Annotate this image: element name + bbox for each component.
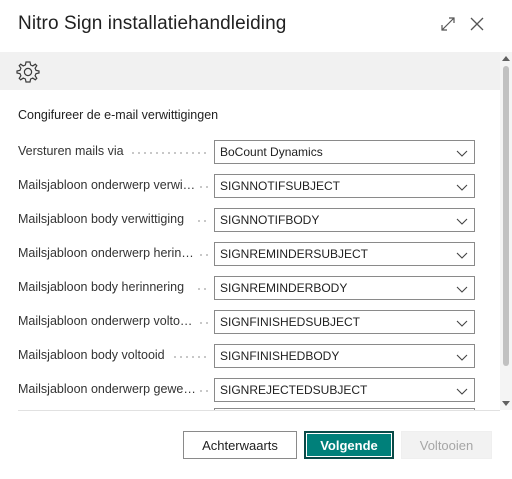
reminder-subject-select[interactable]: SIGNREMINDERSUBJECT: [214, 242, 475, 266]
reminder-body-select[interactable]: SIGNREMINDERBODY: [214, 276, 475, 300]
select-value: SIGNREMINDERSUBJECT: [220, 247, 369, 261]
expand-icon: [441, 17, 455, 31]
scroll-thumb[interactable]: [503, 66, 509, 366]
dialog-header: Nitro Sign installatiehandleiding: [0, 0, 512, 52]
chevron-down-icon: [456, 320, 468, 327]
next-button[interactable]: Volgende: [304, 431, 394, 459]
leader-dots: [196, 220, 208, 222]
select-value: BoCount Dynamics: [220, 145, 323, 159]
field-label: Mailsjabloon onderwerp voltooid: [18, 314, 196, 328]
field-row-notif-body: Mailsjabloon body verwittiging SIGNNOTIF…: [0, 208, 500, 232]
notif-subject-select[interactable]: SIGNNOTIFSUBJECT: [214, 174, 475, 198]
field-row-reminder-body: Mailsjabloon body herinnering SIGNREMIND…: [0, 276, 500, 300]
select-value: SIGNFINISHEDSUBJECT: [220, 315, 361, 329]
field-label: Versturen mails via: [18, 144, 124, 158]
close-button[interactable]: [467, 14, 487, 34]
settings-button[interactable]: [15, 59, 41, 85]
section-title: Congifureer de e-mail verwittigingen: [18, 108, 219, 122]
mail-provider-select[interactable]: BoCount Dynamics: [214, 140, 475, 164]
close-icon: [470, 17, 484, 31]
finish-button[interactable]: Voltooien: [401, 431, 492, 459]
field-label: Mailsjabloon body voltooid: [18, 348, 165, 362]
field-label: Mailsjabloon body herinnering: [18, 280, 185, 294]
field-row-finished-subject: Mailsjabloon onderwerp voltooid SIGNFINI…: [0, 310, 500, 334]
wizard-content: Congifureer de e-mail verwittigingen Ver…: [0, 90, 500, 410]
back-button[interactable]: Achterwaarts: [183, 431, 297, 459]
field-row-notif-subject: Mailsjabloon onderwerp verwittiging SIGN…: [0, 174, 500, 198]
chevron-down-icon: [456, 184, 468, 191]
leader-dots: [198, 322, 208, 324]
leader-dots: [172, 356, 208, 358]
footer-divider: [18, 410, 500, 411]
notif-body-select[interactable]: SIGNNOTIFBODY: [214, 208, 475, 232]
finished-body-select[interactable]: SIGNFINISHEDBODY: [214, 344, 475, 368]
leader-dots: [130, 152, 208, 154]
vertical-scrollbar[interactable]: [500, 52, 512, 410]
chevron-down-icon: [456, 252, 468, 259]
chevron-down-icon: [456, 150, 468, 157]
select-value: SIGNFINISHEDBODY: [220, 349, 340, 363]
field-label: Mailsjabloon onderwerp herinnering: [18, 246, 196, 260]
gear-icon: [16, 61, 40, 83]
field-label: Mailsjabloon onderwerp geweigerd: [18, 382, 196, 396]
leader-dots: [198, 186, 208, 188]
chevron-down-icon: [456, 286, 468, 293]
action-bar: [0, 52, 500, 90]
select-value: SIGNREMINDERBODY: [220, 281, 348, 295]
rejected-subject-select[interactable]: SIGNREJECTEDSUBJECT: [214, 378, 475, 402]
field-row-finished-body: Mailsjabloon body voltooid SIGNFINISHEDB…: [0, 344, 500, 368]
chevron-down-icon: [456, 218, 468, 225]
dialog-footer: Achterwaarts Volgende Voltooien: [0, 410, 512, 479]
field-row-mail-provider: Versturen mails via BoCount Dynamics: [0, 140, 500, 164]
field-label: Mailsjabloon body verwittiging: [18, 212, 185, 226]
scroll-down-arrow-icon[interactable]: [502, 401, 510, 406]
leader-dots: [198, 390, 208, 392]
chevron-down-icon: [456, 388, 468, 395]
field-label: Mailsjabloon onderwerp verwittiging: [18, 178, 196, 192]
leader-dots: [198, 254, 208, 256]
select-value: SIGNNOTIFBODY: [220, 213, 320, 227]
chevron-down-icon: [456, 354, 468, 361]
select-value: SIGNNOTIFSUBJECT: [220, 179, 341, 193]
scroll-up-arrow-icon[interactable]: [502, 56, 510, 61]
finished-subject-select[interactable]: SIGNFINISHEDSUBJECT: [214, 310, 475, 334]
select-value: SIGNREJECTEDSUBJECT: [220, 383, 368, 397]
field-row-reminder-subject: Mailsjabloon onderwerp herinnering SIGNR…: [0, 242, 500, 266]
expand-button[interactable]: [438, 14, 458, 34]
field-row-rejected-subject: Mailsjabloon onderwerp geweigerd SIGNREJ…: [0, 378, 500, 402]
leader-dots: [196, 288, 208, 290]
dialog-title: Nitro Sign installatiehandleiding: [18, 13, 287, 34]
